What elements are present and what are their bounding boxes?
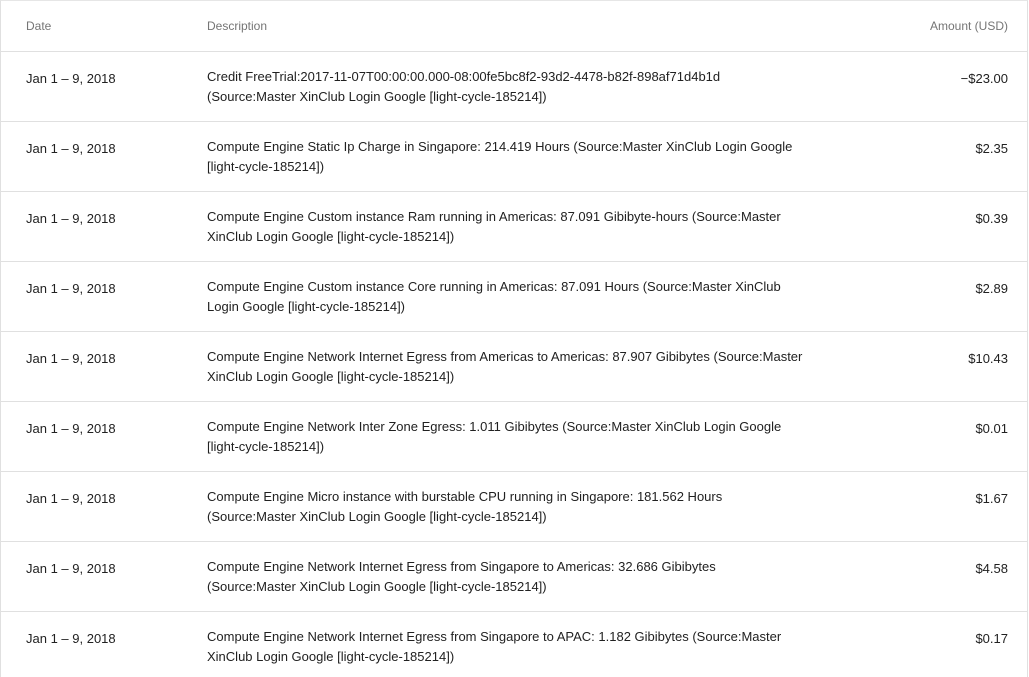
- table-row: Jan 1 – 9, 2018 Credit FreeTrial:2017-11…: [1, 52, 1027, 122]
- row-date: Jan 1 – 9, 2018: [26, 491, 116, 506]
- row-date: Jan 1 – 9, 2018: [26, 561, 116, 576]
- table-row: Jan 1 – 9, 2018 Compute Engine Micro ins…: [1, 472, 1027, 542]
- table-row: Jan 1 – 9, 2018 Compute Engine Static Ip…: [1, 122, 1027, 192]
- row-description: Credit FreeTrial:2017-11-07T00:00:00.000…: [207, 69, 721, 104]
- row-amount: $0.17: [975, 631, 1008, 646]
- table-header: Date Description Amount (USD): [1, 1, 1027, 52]
- row-amount: $0.39: [975, 211, 1008, 226]
- table-row: Jan 1 – 9, 2018 Compute Engine Network I…: [1, 542, 1027, 612]
- row-description: Compute Engine Custom instance Core runn…: [207, 279, 781, 314]
- row-amount: $4.58: [975, 561, 1008, 576]
- row-date: Jan 1 – 9, 2018: [26, 211, 116, 226]
- row-amount: $2.35: [975, 141, 1008, 156]
- row-amount: −$23.00: [960, 71, 1008, 86]
- table-row: Jan 1 – 9, 2018 Compute Engine Custom in…: [1, 262, 1027, 332]
- row-description: Compute Engine Network Internet Egress f…: [207, 349, 803, 384]
- table-row: Jan 1 – 9, 2018 Compute Engine Network I…: [1, 612, 1027, 677]
- row-description: Compute Engine Network Internet Egress f…: [207, 629, 782, 664]
- header-date[interactable]: Date: [1, 19, 207, 33]
- row-date: Jan 1 – 9, 2018: [26, 631, 116, 646]
- row-amount: $10.43: [968, 351, 1008, 366]
- header-description[interactable]: Description: [207, 16, 867, 36]
- row-date: Jan 1 – 9, 2018: [26, 71, 116, 86]
- row-amount: $1.67: [975, 491, 1008, 506]
- row-amount: $2.89: [975, 281, 1008, 296]
- row-date: Jan 1 – 9, 2018: [26, 351, 116, 366]
- row-description: Compute Engine Network Internet Egress f…: [207, 559, 716, 594]
- row-amount: $0.01: [975, 421, 1008, 436]
- billing-transactions-table: Date Description Amount (USD) Jan 1 – 9,…: [0, 0, 1028, 677]
- row-description: Compute Engine Network Inter Zone Egress…: [207, 419, 782, 454]
- row-description: Compute Engine Static Ip Charge in Singa…: [207, 139, 793, 174]
- row-description: Compute Engine Custom instance Ram runni…: [207, 209, 781, 244]
- table-row: Jan 1 – 9, 2018 Compute Engine Network I…: [1, 332, 1027, 402]
- table-row: Jan 1 – 9, 2018 Compute Engine Network I…: [1, 402, 1027, 472]
- row-description: Compute Engine Micro instance with burst…: [207, 489, 723, 524]
- row-date: Jan 1 – 9, 2018: [26, 281, 116, 296]
- header-amount[interactable]: Amount (USD): [867, 19, 1027, 33]
- row-date: Jan 1 – 9, 2018: [26, 421, 116, 436]
- table-row: Jan 1 – 9, 2018 Compute Engine Custom in…: [1, 192, 1027, 262]
- row-date: Jan 1 – 9, 2018: [26, 141, 116, 156]
